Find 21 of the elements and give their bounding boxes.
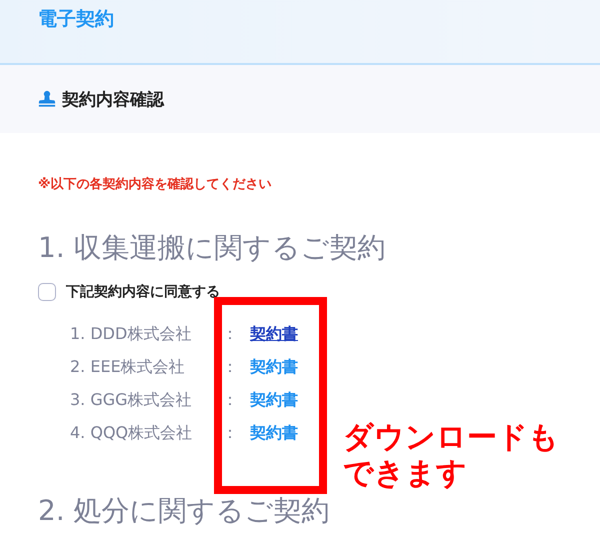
stamp-icon — [38, 90, 56, 108]
separator-text: ： — [222, 390, 239, 411]
app-title: 電子契約 — [38, 8, 114, 30]
company-name: 3. GGG株式会社 — [70, 390, 193, 411]
contract-link[interactable]: 契約書 — [250, 422, 298, 444]
company-name: 4. QQQ株式会社 — [70, 422, 194, 444]
company-name: 2. EEE株式会社 — [70, 356, 186, 378]
separator-text: ： — [222, 324, 239, 345]
notice-text: ※以下の各契約内容を確認してください — [38, 176, 273, 193]
annotation-text: ダウンロードも できます — [343, 420, 559, 492]
group-heading: 2. 処分に関するご契約 — [38, 494, 330, 528]
group-heading: 1. 収集運搬に関するご契約 — [38, 231, 386, 265]
section-title: 契約内容確認 — [62, 88, 164, 110]
agree-label: 下記契約内容に同意する — [66, 282, 220, 301]
contract-link[interactable]: 契約書 — [250, 324, 298, 345]
contract-link[interactable]: 契約書 — [250, 356, 298, 378]
contract-link[interactable]: 契約書 — [250, 390, 298, 411]
agree-checkbox[interactable] — [38, 282, 56, 301]
separator-text: ： — [222, 422, 239, 444]
separator-text: ： — [222, 356, 239, 378]
company-name: 1. DDD株式会社 — [70, 324, 192, 345]
